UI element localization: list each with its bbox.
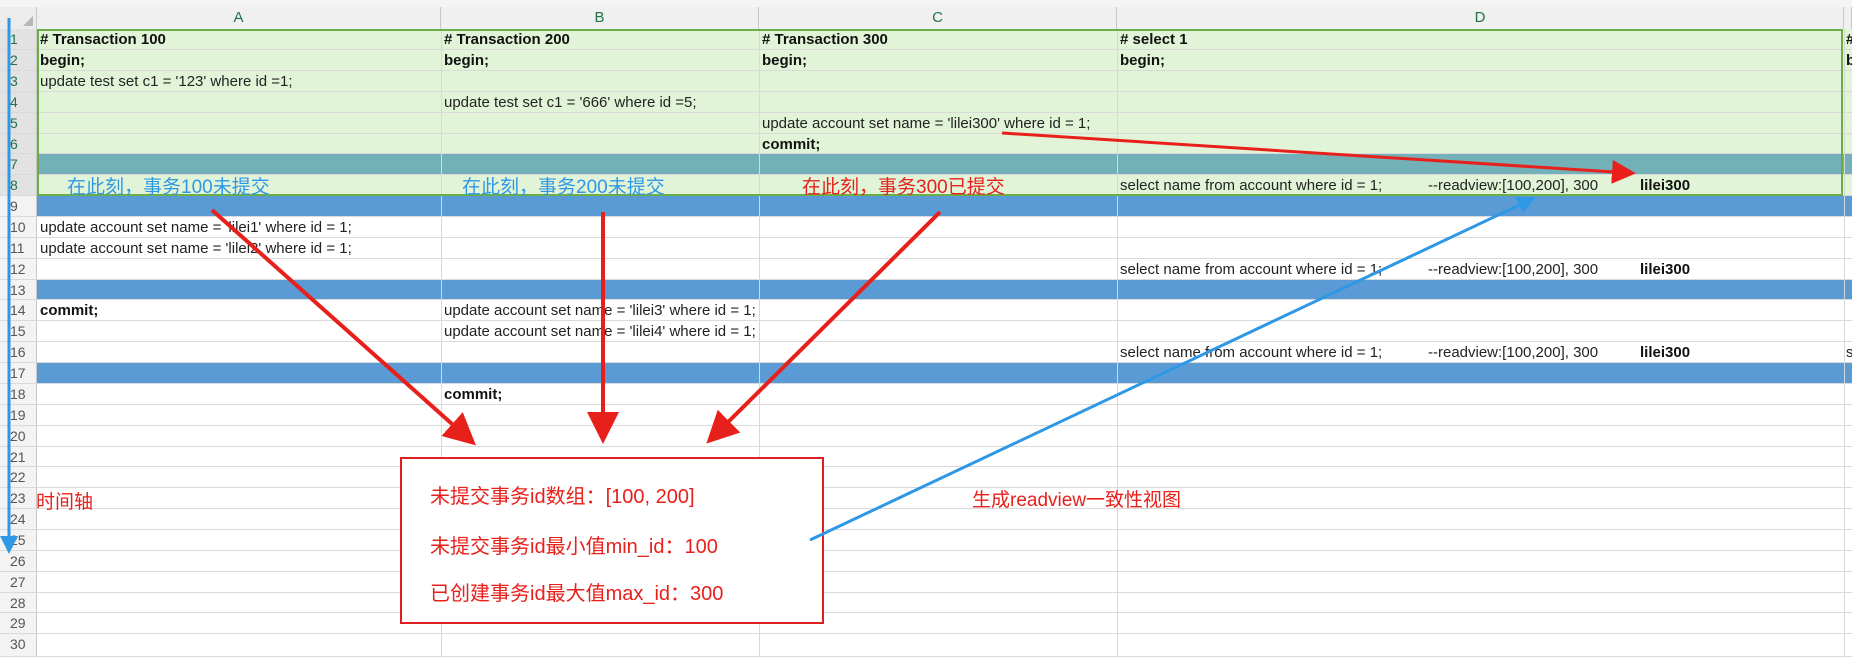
column-header-e[interactable] <box>1844 7 1852 29</box>
row-header[interactable]: 22 <box>0 467 37 488</box>
row-header[interactable]: 16 <box>0 342 37 363</box>
timeline-label: 时间轴 <box>36 492 94 513</box>
row-header[interactable]: 20 <box>0 426 37 447</box>
note-tx200-uncommitted: 在此刻，事务200未提交 <box>462 177 665 198</box>
cell-d16-result[interactable]: lilei300 <box>1640 343 1690 363</box>
row-header[interactable]: 13 <box>0 280 37 300</box>
row-25 <box>37 530 1852 551</box>
row-header[interactable]: 27 <box>0 572 37 593</box>
cell-e16[interactable]: s <box>1846 343 1852 363</box>
cell-e1[interactable]: # <box>1846 30 1852 50</box>
cell-a11[interactable]: update account set name = 'lilei2' where… <box>40 239 352 259</box>
row-14 <box>37 300 1852 321</box>
column-header-b[interactable]: B <box>441 7 759 29</box>
row-15 <box>37 321 1852 342</box>
info-uncommitted-ids: 未提交事务id数组：[100, 200] <box>430 486 695 508</box>
row-9 <box>37 196 1852 217</box>
row-header[interactable]: 29 <box>0 613 37 634</box>
select-all-corner[interactable] <box>0 7 37 29</box>
row-header[interactable]: 8 <box>0 175 37 196</box>
row-30 <box>37 634 1852 657</box>
cell-b15[interactable]: update account set name = 'lilei4' where… <box>444 322 756 342</box>
row-header[interactable]: 4 <box>0 92 37 113</box>
row-header[interactable]: 30 <box>0 634 37 657</box>
cell-e2[interactable]: b <box>1846 51 1852 71</box>
cell-d16-query[interactable]: select name from account where id = 1; <box>1120 343 1382 363</box>
row-header[interactable]: 19 <box>0 405 37 426</box>
row-17 <box>37 363 1852 384</box>
row-header[interactable]: 3 <box>0 71 37 92</box>
readview-label: 生成readview一致性视图 <box>972 490 1182 511</box>
row-header[interactable]: 1 <box>0 29 37 50</box>
row-23 <box>37 488 1852 509</box>
row-header[interactable]: 10 <box>0 217 37 238</box>
row-header[interactable]: 7 <box>0 154 37 175</box>
row-header[interactable]: 24 <box>0 509 37 530</box>
column-header-d[interactable]: D <box>1117 7 1844 29</box>
select-all-triangle-icon <box>23 16 33 26</box>
row-header[interactable]: 5 <box>0 113 37 134</box>
cell-d16-comment[interactable]: --readview:[100,200], 300 <box>1428 343 1598 363</box>
selection-range-border <box>37 29 1843 196</box>
row-27 <box>37 572 1852 593</box>
cell-b18[interactable]: commit; <box>444 385 502 405</box>
cell-d12-comment[interactable]: --readview:[100,200], 300 <box>1428 260 1598 280</box>
row-header[interactable]: 14 <box>0 300 37 321</box>
row-18 <box>37 384 1852 405</box>
row-26 <box>37 551 1852 572</box>
row-header[interactable]: 11 <box>0 238 37 259</box>
info-max-id: 已创建事务id最大值max_id：300 <box>430 583 724 605</box>
row-header[interactable]: 15 <box>0 321 37 342</box>
row-22 <box>37 467 1852 488</box>
row-24 <box>37 509 1852 530</box>
note-tx100-uncommitted: 在此刻，事务100未提交 <box>67 177 270 198</box>
gridline-d-e <box>1844 29 1845 657</box>
row-header[interactable]: 28 <box>0 593 37 613</box>
column-header-a[interactable]: A <box>37 7 441 29</box>
row-20 <box>37 426 1852 447</box>
row-29 <box>37 613 1852 634</box>
row-19 <box>37 405 1852 426</box>
row-header[interactable]: 26 <box>0 551 37 572</box>
row-28 <box>37 593 1852 613</box>
cell-a10[interactable]: update account set name = 'lilei1' where… <box>40 218 352 238</box>
row-13 <box>37 280 1852 300</box>
row-header[interactable]: 18 <box>0 384 37 405</box>
row-header[interactable]: 9 <box>0 196 37 217</box>
cell-d12-result[interactable]: lilei300 <box>1640 260 1690 280</box>
row-header[interactable]: 21 <box>0 447 37 467</box>
row-header[interactable]: 25 <box>0 530 37 551</box>
row-header[interactable]: 12 <box>0 259 37 280</box>
row-header[interactable]: 2 <box>0 50 37 71</box>
cell-d12-query[interactable]: select name from account where id = 1; <box>1120 260 1382 280</box>
column-header-c[interactable]: C <box>759 7 1117 29</box>
cell-b14[interactable]: update account set name = 'lilei3' where… <box>444 301 756 321</box>
row-header[interactable]: 23 <box>0 488 37 509</box>
row-header[interactable]: 17 <box>0 363 37 384</box>
info-min-id: 未提交事务id最小值min_id：100 <box>430 536 718 558</box>
cell-a14[interactable]: commit; <box>40 301 98 321</box>
note-tx300-committed: 在此刻，事务300已提交 <box>802 177 1005 198</box>
row-21 <box>37 447 1852 467</box>
row-header[interactable]: 6 <box>0 134 37 154</box>
